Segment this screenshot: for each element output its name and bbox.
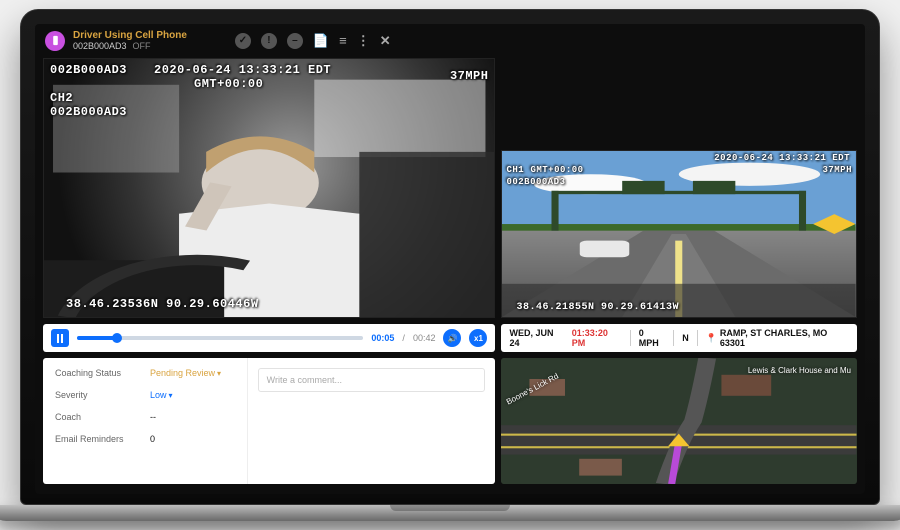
video-row: 002B000AD3 2020-06-24 13:33:21 EDT GMT+0… bbox=[43, 58, 857, 318]
info-panel: WED, JUN 24 01:33:20 PM 0 MPH N 📍 RAMP, … bbox=[501, 324, 857, 352]
cellphone-event-icon bbox=[45, 31, 65, 51]
osd-tz: GMT+00:00 bbox=[194, 77, 263, 91]
laptop-base bbox=[0, 505, 900, 521]
device-status: OFF bbox=[133, 41, 151, 51]
osd2-tz: GMT+00:00 bbox=[530, 165, 583, 175]
volume-button[interactable]: 🔊 bbox=[443, 329, 461, 347]
osd2-coords: 38.46.21855N 90.29.61413W bbox=[516, 302, 679, 313]
map-view[interactable]: Lewis & Clark House and Mu Boone's Lick … bbox=[501, 358, 857, 484]
app-screen: Driver Using Cell Phone 002B000AD3 OFF ✓… bbox=[35, 24, 865, 494]
osd-device2: 002B000AD3 bbox=[50, 105, 127, 119]
osd2-device: 002B000AD3 bbox=[506, 177, 565, 187]
info-location: 📍 RAMP, ST CHARLES, MO 63301 bbox=[706, 328, 849, 348]
list-icon[interactable]: ≡ bbox=[339, 33, 347, 49]
severity-label: Severity bbox=[55, 390, 150, 400]
info-speed: 0 MPH bbox=[639, 328, 665, 348]
time-current: 00:05 bbox=[371, 333, 394, 343]
time-total: 00:42 bbox=[413, 333, 436, 343]
map-poi-label: Lewis & Clark House and Mu bbox=[748, 366, 851, 375]
rate-button[interactable]: x1 bbox=[469, 329, 487, 347]
event-title: Driver Using Cell Phone bbox=[73, 30, 187, 41]
comment-input[interactable]: Write a comment... bbox=[258, 368, 486, 392]
seek-track[interactable] bbox=[77, 336, 363, 340]
reminders-label: Email Reminders bbox=[55, 434, 150, 444]
coaching-status-label: Coaching Status bbox=[55, 368, 150, 378]
osd2-speed: 37MPH bbox=[822, 165, 852, 175]
alert-icon[interactable]: ! bbox=[261, 33, 277, 49]
info-time: 01:33:20 PM bbox=[572, 328, 622, 348]
screen-bezel: Driver Using Cell Phone 002B000AD3 OFF ✓… bbox=[20, 9, 880, 505]
road-illustration bbox=[502, 151, 856, 317]
osd-coords: 38.46.23536N 90.29.60446W bbox=[66, 297, 259, 311]
severity-dropdown[interactable]: Low▾ bbox=[150, 390, 173, 400]
osd-channel: CH2 bbox=[50, 91, 73, 105]
osd-device: 002B000AD3 bbox=[50, 63, 127, 77]
info-date: WED, JUN 24 bbox=[509, 328, 563, 348]
close-icon[interactable]: ✕ bbox=[380, 33, 391, 49]
coaching-status-dropdown[interactable]: Pending Review▾ bbox=[150, 368, 221, 378]
more-icon[interactable]: ⋮ bbox=[357, 33, 370, 49]
pause-button[interactable] bbox=[51, 329, 69, 347]
document-icon[interactable]: 📄 bbox=[313, 33, 329, 49]
approve-icon[interactable]: ✓ bbox=[235, 33, 251, 49]
coach-value: -- bbox=[150, 412, 156, 422]
reminders-value: 0 bbox=[150, 434, 155, 444]
playback-panel: 00:05 / 00:42 🔊 x1 bbox=[43, 324, 495, 352]
remove-icon[interactable]: – bbox=[287, 33, 303, 49]
time-sep: / bbox=[402, 333, 405, 343]
pin-icon: 📍 bbox=[706, 333, 717, 344]
osd-timestamp: 2020-06-24 13:33:21 EDT bbox=[154, 63, 331, 77]
osd2-channel: CH1 bbox=[506, 165, 524, 175]
cabin-camera-video[interactable]: 002B000AD3 2020-06-24 13:33:21 EDT GMT+0… bbox=[43, 58, 495, 318]
event-meta: Driver Using Cell Phone 002B000AD3 OFF bbox=[73, 30, 187, 51]
laptop-frame: Driver Using Cell Phone 002B000AD3 OFF ✓… bbox=[20, 9, 880, 521]
road-camera-video[interactable]: 2020-06-24 13:33:21 EDT GMT+00:00 CH1 00… bbox=[501, 150, 857, 318]
cabin-illustration bbox=[44, 59, 494, 317]
event-header: Driver Using Cell Phone 002B000AD3 OFF ✓… bbox=[35, 24, 865, 57]
coaching-panel: Coaching Status Pending Review▾ Severity… bbox=[43, 358, 495, 484]
header-toolbar: ✓ ! – 📄 ≡ ⋮ ✕ bbox=[235, 33, 391, 49]
device-id: 002B000AD3 bbox=[73, 41, 127, 51]
info-heading: N bbox=[682, 333, 689, 343]
osd2-timestamp: 2020-06-24 13:33:21 EDT bbox=[714, 153, 850, 163]
coach-label: Coach bbox=[55, 412, 150, 422]
osd-speed: 37MPH bbox=[450, 69, 489, 83]
